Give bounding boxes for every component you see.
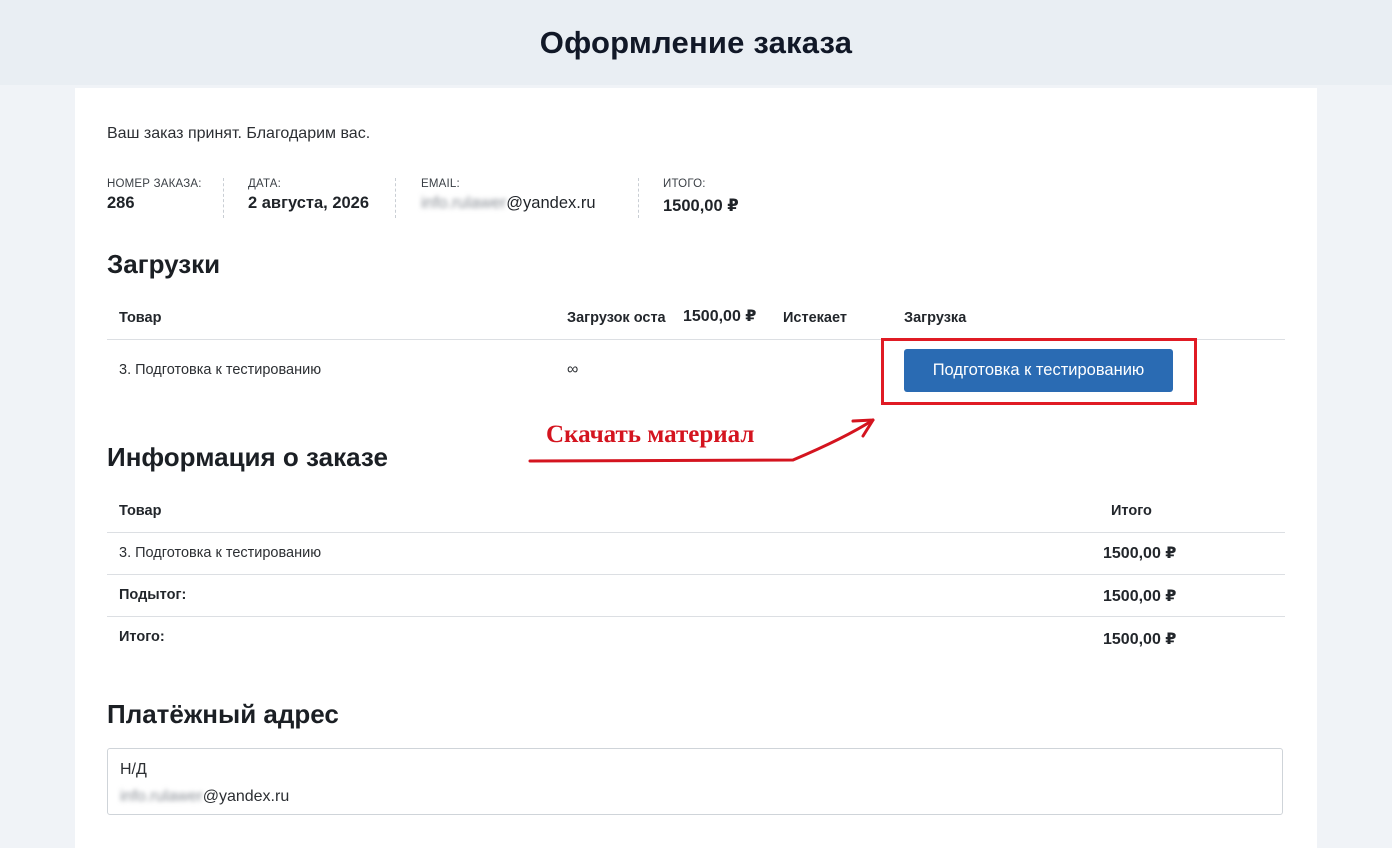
- overview-date: ДАТА: 2 августа, 2026: [248, 178, 369, 213]
- downloads-row-remaining: ∞: [567, 361, 579, 378]
- billing-email-domain: @yandex.ru: [202, 788, 290, 805]
- billing-address-box: Н/Д info.rulawer@yandex.ru: [107, 748, 1283, 815]
- overview-divider: [223, 178, 224, 218]
- overview-divider: [395, 178, 396, 218]
- subtotal-value: 1500,00 ₽: [1103, 588, 1177, 605]
- billing-email: info.rulawer@yandex.ru: [120, 788, 289, 806]
- table-divider: [107, 532, 1285, 533]
- downloads-col-remaining: Загрузок оста: [567, 310, 666, 326]
- email-blurred-part: info.rulawer: [421, 194, 507, 212]
- order-item-value: 1500,00 ₽: [1103, 545, 1177, 562]
- downloads-price-overlay: 1500,00 ₽: [683, 308, 757, 325]
- date-value: 2 августа, 2026: [248, 194, 370, 212]
- order-info-col-product: Товар: [119, 503, 162, 519]
- order-item-label: 3. Подготовка к тестированию: [119, 545, 322, 561]
- downloads-heading: Загрузки: [107, 249, 221, 279]
- grand-total-label: Итого:: [119, 629, 165, 645]
- overview-email: EMAIL: info.rulawer@yandex.ru: [421, 178, 596, 213]
- billing-name: Н/Д: [120, 761, 147, 778]
- downloads-col-expires: Истекает: [783, 310, 847, 326]
- order-info-col-total: Итого: [1111, 503, 1152, 519]
- overview-total: ИТОГО: 1500,00 ₽: [663, 178, 739, 216]
- grand-total-value: 1500,00 ₽: [1103, 631, 1177, 648]
- overview-divider: [638, 178, 639, 218]
- email-value: info.rulawer@yandex.ru: [421, 194, 596, 213]
- order-info-heading: Информация о заказе: [107, 442, 388, 472]
- total-label: ИТОГО:: [663, 178, 706, 190]
- email-label: EMAIL:: [421, 178, 460, 190]
- email-domain: @yandex.ru: [506, 194, 596, 212]
- overview-order-number: НОМЕР ЗАКАЗА: 286: [107, 178, 202, 213]
- table-divider: [107, 616, 1285, 617]
- page-header: Оформление заказа: [0, 0, 1392, 85]
- billing-email-blurred: info.rulawer: [120, 788, 203, 805]
- order-confirmation-card: Ваш заказ принят. Благодарим вас. НОМЕР …: [75, 88, 1317, 848]
- downloads-row-product: 3. Подготовка к тестированию: [119, 362, 322, 378]
- downloads-col-download: Загрузка: [904, 310, 967, 326]
- thanks-message: Ваш заказ принят. Благодарим вас.: [107, 125, 371, 142]
- download-button[interactable]: Подготовка к тестированию: [904, 349, 1173, 392]
- order-number-label: НОМЕР ЗАКАЗА:: [107, 178, 202, 190]
- total-value: 1500,00 ₽: [663, 197, 739, 215]
- downloads-col-product: Товар: [119, 310, 162, 326]
- annotation-arrow-icon: [528, 418, 875, 463]
- order-number-value: 286: [107, 194, 135, 212]
- table-divider: [107, 574, 1285, 575]
- date-label: ДАТА:: [248, 178, 282, 190]
- subtotal-label: Подытог:: [119, 587, 187, 603]
- page-title: Оформление заказа: [539, 24, 853, 60]
- billing-heading: Платёжный адрес: [107, 699, 339, 729]
